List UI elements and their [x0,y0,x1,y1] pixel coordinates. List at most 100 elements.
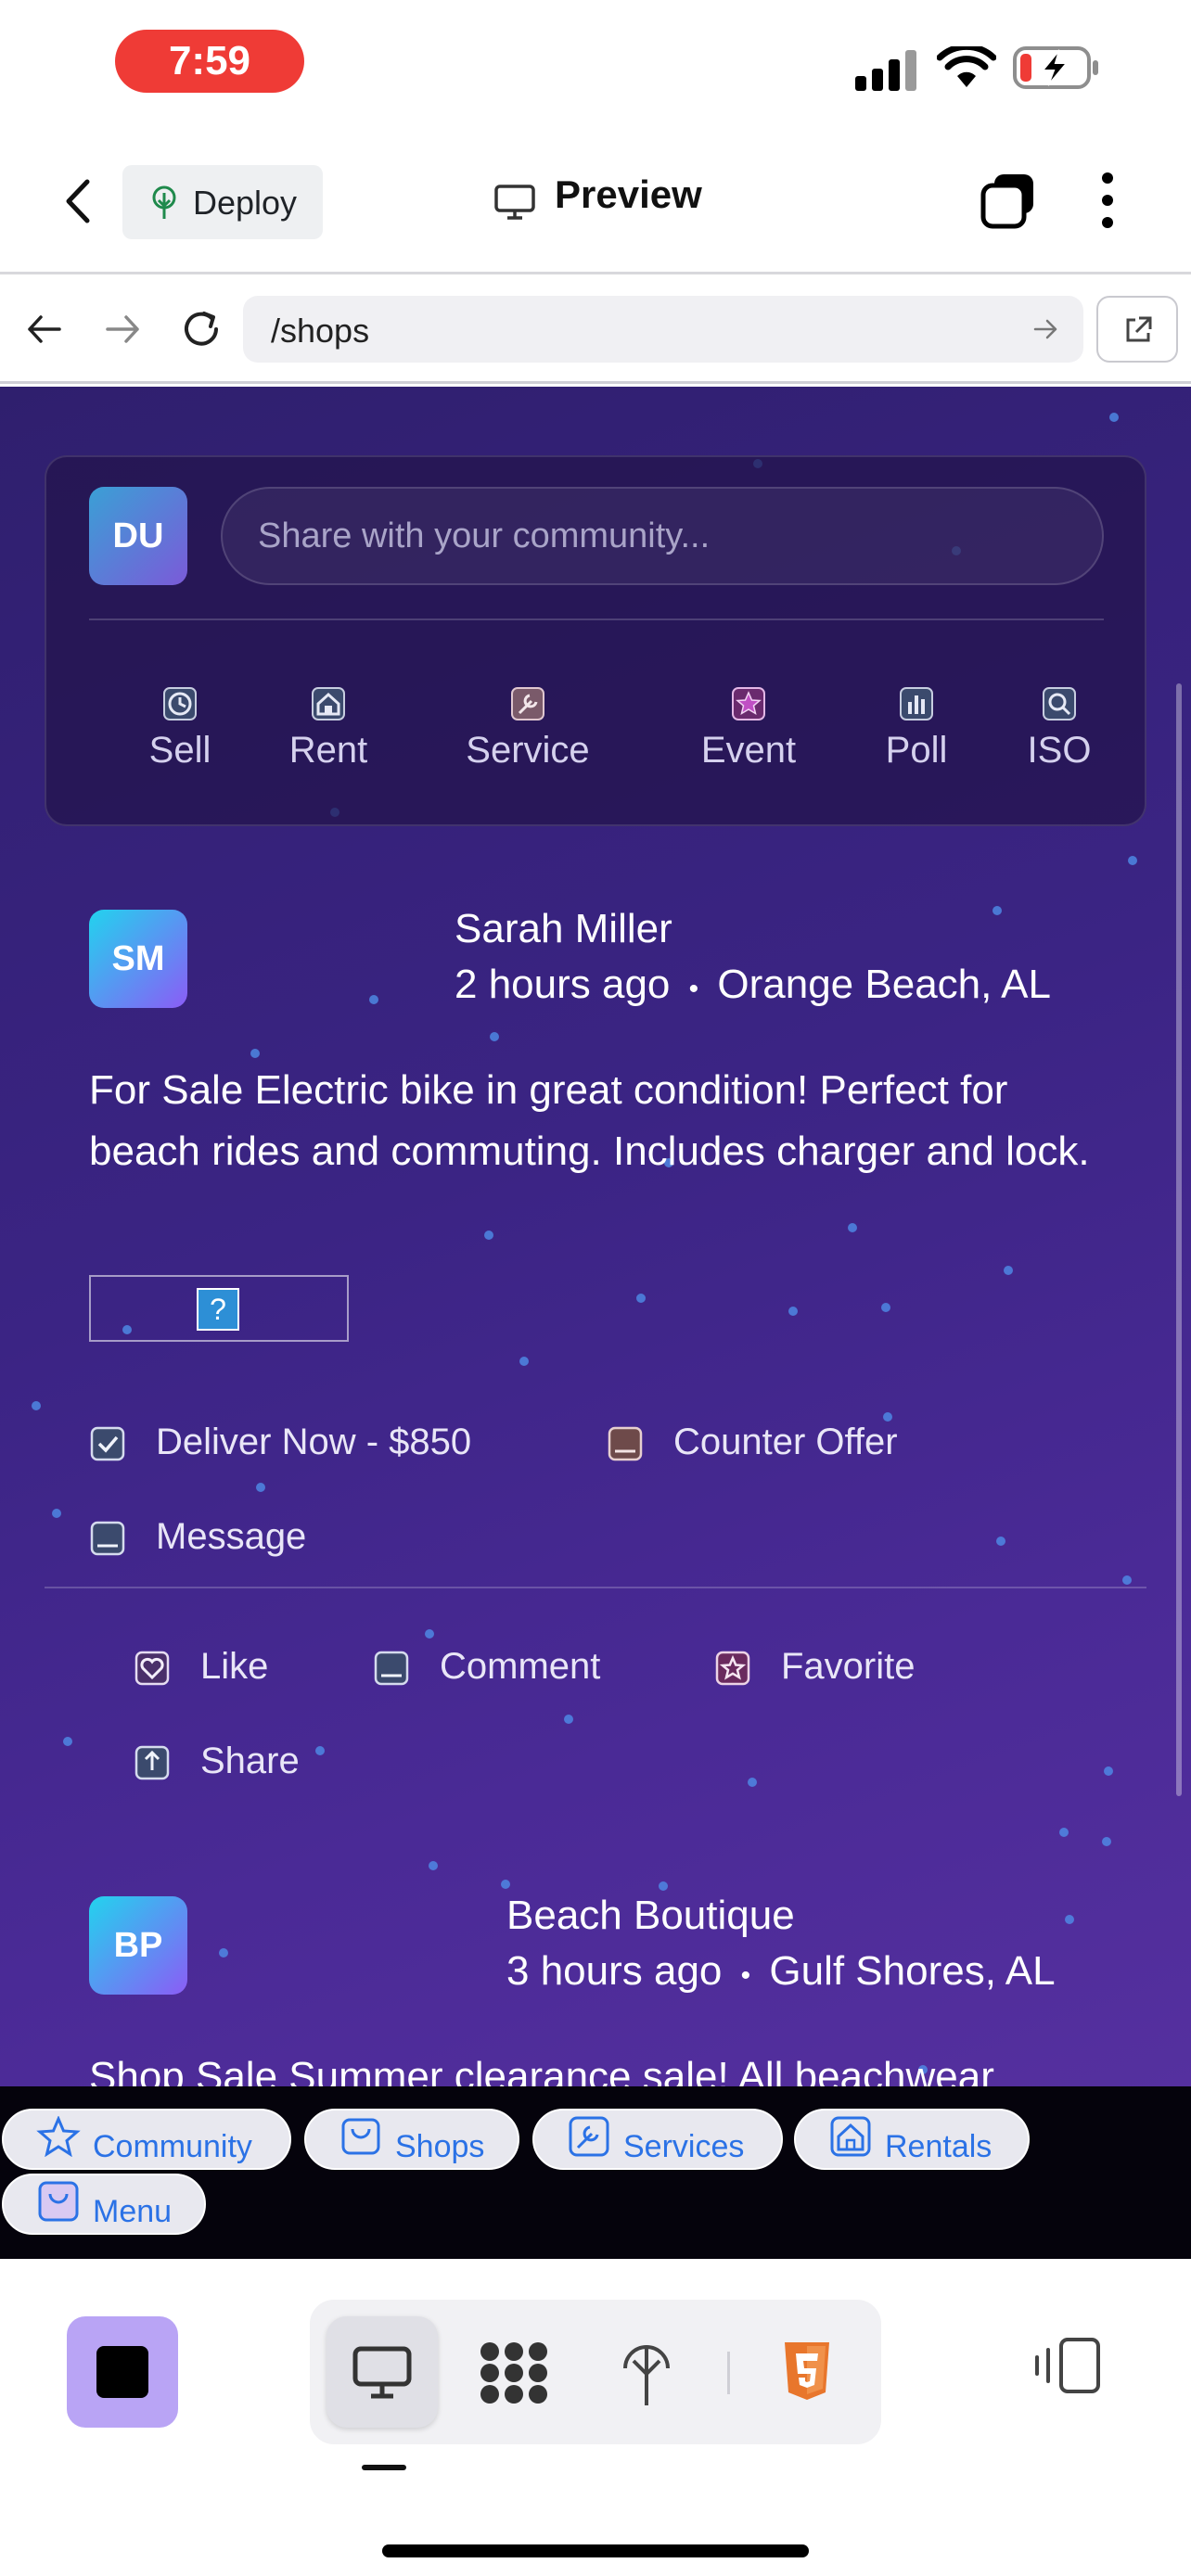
tab-services[interactable]: Services [532,2109,783,2170]
house-icon [312,687,345,721]
open-external-button[interactable] [1096,296,1178,363]
url-text: /shops [271,312,370,350]
message-icon [90,1521,125,1556]
checkbox-icon [90,1426,125,1461]
action-label: Counter Offer [673,1422,898,1462]
post-time: 3 hours ago [506,1948,723,1994]
html5-icon[interactable] [781,2340,833,2402]
tab-label: Menu [93,2194,173,2229]
tab-menu[interactable]: Menu [2,2174,206,2235]
post-type-iso[interactable]: ISO [1024,685,1095,772]
tree-icon[interactable] [620,2340,673,2407]
chat-bubble-icon [608,1426,643,1461]
post-body: Shop Sale Summer clearance sale! All bea… [89,2054,994,2086]
post-meta: 2 hours ago • Orange Beach, AL [455,962,1051,1008]
avatar[interactable]: SM [89,910,187,1008]
star-icon [715,1651,750,1686]
action-label: Like [200,1646,269,1687]
tabs-icon[interactable] [980,171,1039,230]
external-link-icon [1126,316,1152,342]
shopping-bag-icon [341,2118,380,2155]
url-input[interactable]: /shops [243,296,1083,363]
search-icon [1043,687,1076,721]
tab-community[interactable]: Community [2,2109,291,2170]
avatar[interactable]: BP [89,1896,187,1995]
deploy-button[interactable]: Deploy [122,165,323,239]
share-input[interactable]: Share with your community... [221,487,1104,585]
action-label: Favorite [781,1646,916,1687]
grid-view-icon[interactable] [479,2340,549,2405]
page-title: Preview [555,172,702,216]
post-type-label: Service [466,730,590,771]
wrench-icon [569,2116,609,2157]
divider [45,1587,1146,1588]
broken-image: ? [89,1275,349,1342]
active-indicator [362,2465,406,2470]
url-bar: /shops [0,274,1191,384]
post-time: 2 hours ago [455,962,671,1007]
action-label: Message [156,1516,307,1557]
post-type-label: Poll [885,730,948,771]
tab-label: Shops [395,2129,485,2164]
reload-icon[interactable] [180,308,223,351]
deploy-label: Deploy [193,184,298,222]
view-switcher [310,2300,881,2444]
tab-label: Services [623,2129,745,2164]
post-type-service[interactable]: Service [458,685,597,772]
post-author[interactable]: Beach Boutique [506,1893,795,1939]
device-rotate-icon[interactable] [1033,2337,1104,2394]
menu-basket-icon [38,2181,79,2222]
post-type-event[interactable]: Event [685,685,813,772]
post-type-label: Rent [288,730,368,771]
browser-back-icon[interactable] [26,313,63,345]
post-type-label: Event [700,730,797,771]
clock-icon [163,687,197,721]
scrollbar[interactable] [1176,683,1182,1796]
post-type-label: ISO [1027,730,1092,771]
divider [89,618,1104,620]
tab-shops[interactable]: Shops [304,2109,519,2170]
status-time: 7:59 [115,30,304,93]
stop-icon [96,2346,148,2398]
wifi-icon [937,46,996,87]
star-icon [732,687,765,721]
post-composer: DU Share with your community... Sell Ren… [45,455,1146,826]
post-location: Orange Beach, AL [717,962,1051,1007]
stop-button[interactable] [67,2316,178,2428]
bar-chart-icon [900,687,933,721]
avatar[interactable]: DU [89,487,187,585]
browser-forward-icon[interactable] [104,313,141,345]
battery-charging-icon [1013,46,1098,89]
separator [727,2352,730,2394]
more-options-icon[interactable] [1100,171,1115,230]
tab-rentals[interactable]: Rentals [794,2109,1030,2170]
post-type-rent[interactable]: Rent [280,685,377,772]
back-chevron-icon[interactable] [63,178,93,224]
home-indicator[interactable] [382,2544,809,2557]
go-arrow-icon[interactable] [1033,318,1059,340]
monitor-icon [352,2346,412,2399]
status-bar: 7:59 [0,0,1191,130]
post-type-label: Sell [148,730,211,771]
share-icon [134,1745,170,1780]
action-label: Comment [440,1646,601,1687]
tree-icon [152,185,176,219]
action-label: Share [200,1741,300,1781]
tab-label: Community [93,2129,252,2164]
wrench-icon [511,687,544,721]
desktop-view-button[interactable] [327,2316,438,2428]
monitor-icon [494,185,535,220]
star-icon [36,2116,81,2157]
action-label: Deliver Now - $850 [156,1422,472,1462]
heart-icon [134,1651,170,1686]
bottom-toolbar [0,2259,1191,2576]
post-type-sell[interactable]: Sell [134,685,226,772]
meta-separator: • [740,1960,751,1991]
post-body: For Sale Electric bike in great conditio… [89,1067,1090,1174]
house-icon [830,2116,871,2157]
signal-icon [855,50,916,91]
post-author[interactable]: Sarah Miller [455,906,672,952]
post-type-poll[interactable]: Poll [874,685,959,772]
tab-label: Rentals [885,2129,992,2164]
feed-content[interactable]: DU Share with your community... Sell Ren… [0,387,1191,2086]
